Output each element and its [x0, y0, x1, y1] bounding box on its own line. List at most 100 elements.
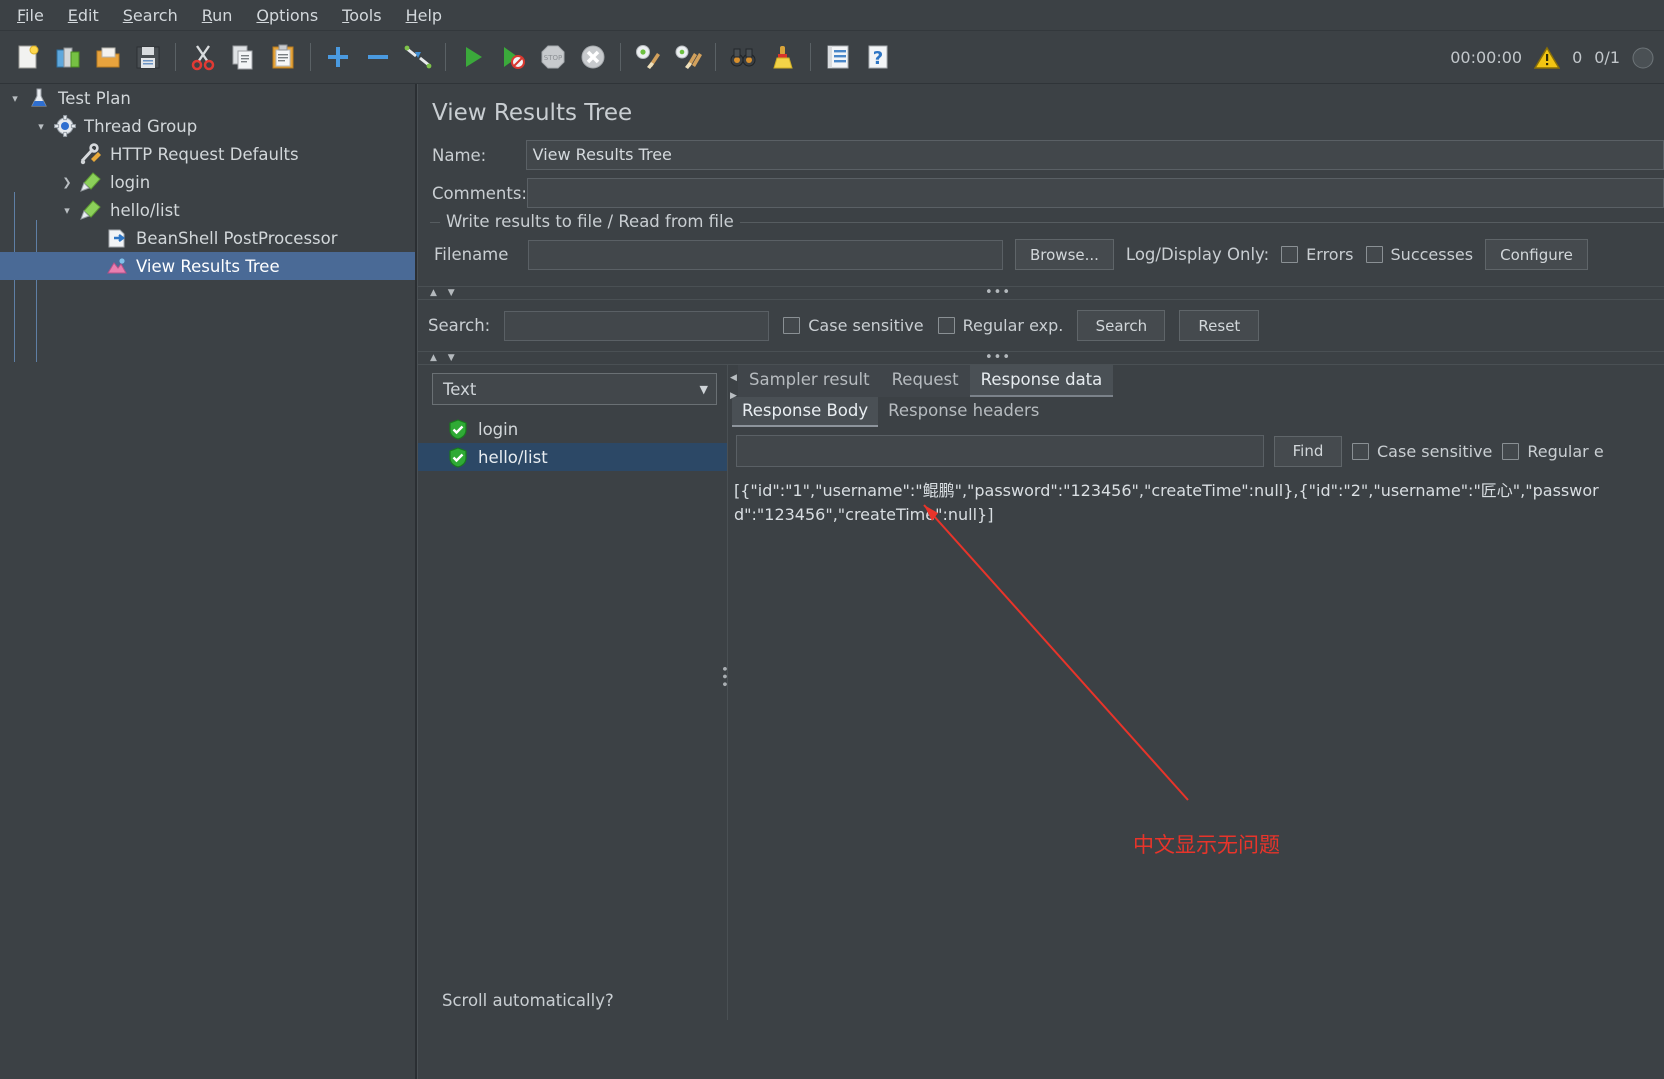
tree-node-http-request-defaults[interactable]: HTTP Request Defaults	[0, 140, 415, 168]
start-icon[interactable]	[453, 37, 493, 77]
reset-button[interactable]: Reset	[1179, 310, 1260, 341]
templates-icon[interactable]	[48, 37, 88, 77]
checkbox-box-icon[interactable]	[783, 317, 801, 334]
tab-scroll-left-icon[interactable]: ◀	[730, 371, 737, 385]
tree-node-label: BeanShell PostProcessor	[136, 228, 338, 248]
results-list-pane[interactable]: Text ▼ login hello/list Scroll automatic…	[418, 365, 728, 1020]
tree-node-login[interactable]: ❯ login	[0, 168, 415, 196]
success-shield-icon	[448, 446, 468, 468]
successes-checkbox[interactable]: Successes	[1365, 245, 1474, 264]
tab-request[interactable]: Request	[880, 365, 970, 397]
successes-checkbox-label: Successes	[1390, 245, 1474, 264]
listener-config-panel: View Results Tree Name: View Results Tre…	[417, 84, 1664, 1079]
main-body: ▾ Test Plan ▾ Thread Group HTTP Request …	[0, 84, 1664, 1079]
clear-icon[interactable]	[628, 37, 668, 77]
expand-all-icon[interactable]	[318, 37, 358, 77]
find-case-sensitive-checkbox[interactable]: Case sensitive	[1352, 442, 1492, 461]
browse-button[interactable]: Browse...	[1015, 239, 1114, 270]
subtab-response-headers[interactable]: Response headers	[878, 397, 1049, 427]
search-case-sensitive-checkbox[interactable]: Case sensitive	[783, 316, 924, 335]
list-item[interactable]: login	[418, 415, 727, 443]
splitter-grip-icon[interactable]: •••	[985, 286, 1011, 299]
chevron-right-icon[interactable]: ❯	[56, 176, 78, 189]
tree-node-view-results-tree[interactable]: View Results Tree	[0, 252, 415, 280]
response-subtabs: Response Body Response headers	[728, 397, 1664, 427]
menu-file[interactable]: File	[6, 2, 55, 29]
checkbox-box-icon[interactable]	[1502, 442, 1520, 460]
search-regular-exp-checkbox[interactable]: Regular exp.	[937, 316, 1063, 335]
splitter-grip-icon-2[interactable]: •••	[985, 351, 1011, 364]
shutdown-icon[interactable]	[573, 37, 613, 77]
stop-icon[interactable]: STOP	[533, 37, 573, 77]
active-threads-count: 0/1	[1594, 48, 1620, 67]
splitter-collapse-icons[interactable]: ▲ ▼	[418, 288, 459, 298]
errors-checkbox-label: Errors	[1306, 245, 1354, 264]
find-input[interactable]	[736, 435, 1264, 467]
thread-group-icon	[52, 115, 77, 137]
chevron-down-icon[interactable]: ▾	[56, 204, 78, 217]
svg-text:?: ?	[873, 48, 883, 69]
toolbar-separator-3	[445, 43, 446, 71]
menu-options[interactable]: Options	[245, 2, 329, 29]
listener-icon	[104, 255, 129, 277]
subtab-response-body[interactable]: Response Body	[732, 397, 879, 427]
menu-edit[interactable]: Edit	[57, 2, 110, 29]
checkbox-box-icon[interactable]	[937, 317, 955, 334]
config-icon	[78, 143, 103, 165]
menu-help[interactable]: Help	[395, 2, 453, 29]
splitter-collapse-icons-2[interactable]: ▲ ▼	[418, 353, 459, 363]
tree-node-test-plan[interactable]: ▾ Test Plan	[0, 84, 415, 112]
toolbar: STOP ? 00:00:00 0 0/1	[0, 31, 1664, 84]
tab-scroll-right-icon[interactable]: ▶	[730, 389, 737, 403]
name-input[interactable]: View Results Tree	[525, 140, 1664, 170]
checkbox-box-icon[interactable]	[1352, 442, 1369, 460]
clear-all-icon[interactable]	[668, 37, 708, 77]
function-helper-icon[interactable]	[818, 37, 858, 77]
renderer-select[interactable]: Text ▼	[432, 373, 717, 405]
scroll-automatically-checkbox[interactable]: Scroll automatically?	[432, 991, 614, 1010]
paste-icon[interactable]	[263, 37, 303, 77]
errors-checkbox[interactable]: Errors	[1281, 245, 1354, 264]
tree-node-beanshell-postprocessor[interactable]: BeanShell PostProcessor	[0, 224, 415, 252]
collapse-all-icon[interactable]	[358, 37, 398, 77]
help-icon[interactable]: ?	[858, 37, 898, 77]
toggle-icon[interactable]	[398, 37, 438, 77]
start-no-pauses-icon[interactable]	[493, 37, 533, 77]
cut-icon[interactable]	[183, 37, 223, 77]
splitter-top[interactable]: ▲ ▼ •••	[418, 286, 1664, 300]
test-plan-tree[interactable]: ▾ Test Plan ▾ Thread Group HTTP Request …	[0, 84, 417, 1079]
tab-response-data[interactable]: Response data	[969, 365, 1114, 397]
tree-node-hello-list[interactable]: ▾ hello/list	[0, 196, 415, 224]
toolbar-separator-2	[310, 43, 311, 71]
tab-sampler-result[interactable]: Sampler result	[738, 365, 881, 397]
search-reset-icon[interactable]	[763, 37, 803, 77]
filename-input[interactable]	[528, 239, 1003, 270]
find-button[interactable]: Find	[1274, 435, 1342, 467]
find-regular-exp-checkbox[interactable]: Regular e	[1502, 442, 1604, 461]
warning-indicator-icon[interactable]	[1534, 46, 1561, 70]
search-icon[interactable]	[723, 37, 763, 77]
comments-input[interactable]	[527, 178, 1664, 208]
copy-icon[interactable]	[223, 37, 263, 77]
open-icon[interactable]	[88, 37, 128, 77]
checkbox-box-icon[interactable]	[1281, 246, 1299, 263]
new-icon[interactable]	[8, 37, 48, 77]
list-item[interactable]: hello/list	[418, 443, 727, 471]
viewer-divider-grip-icon[interactable]: •••	[716, 665, 731, 688]
menu-edit-rest: dit	[77, 5, 99, 25]
splitter-middle[interactable]: ▲ ▼ •••	[418, 351, 1664, 365]
toolbar-status: 00:00:00 0 0/1	[1450, 31, 1654, 84]
menu-run[interactable]: Run	[191, 2, 244, 29]
search-button[interactable]: Search	[1077, 310, 1166, 341]
chevron-down-icon[interactable]: ▼	[700, 383, 708, 396]
tree-node-thread-group[interactable]: ▾ Thread Group	[0, 112, 415, 140]
checkbox-box-icon[interactable]	[1365, 246, 1383, 263]
menu-tools[interactable]: Tools	[331, 2, 392, 29]
save-icon[interactable]	[128, 37, 168, 77]
search-input[interactable]	[504, 310, 770, 341]
chevron-down-icon[interactable]: ▾	[4, 92, 26, 105]
menu-search[interactable]: Search	[112, 2, 189, 29]
tree-node-label: View Results Tree	[136, 256, 280, 276]
chevron-down-icon[interactable]: ▾	[30, 120, 52, 133]
configure-button[interactable]: Configure	[1485, 239, 1588, 270]
